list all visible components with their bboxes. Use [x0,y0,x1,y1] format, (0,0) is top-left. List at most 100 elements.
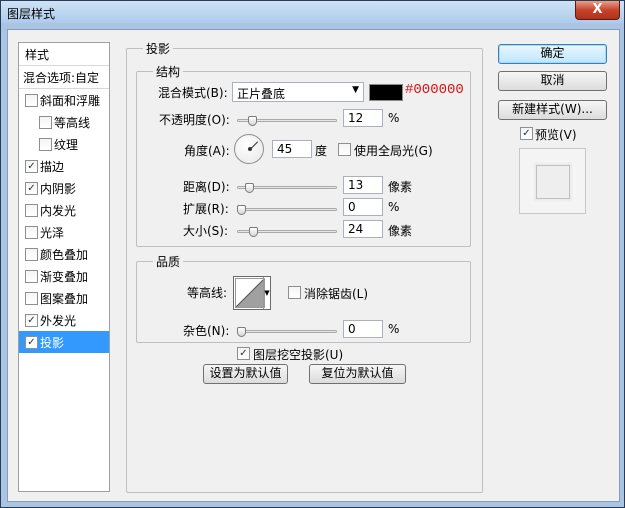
style-preview [519,148,586,214]
opacity-slider[interactable] [237,114,337,128]
style-item-checkbox[interactable] [25,248,38,261]
chevron-down-icon: ▼ [352,85,359,95]
dialog-body: 样式 混合选项:自定 斜面和浮雕等高线纹理描边内阴影内发光光泽颜色叠加渐变叠加图… [7,29,620,502]
global-light-checkbox[interactable] [338,143,351,156]
opacity-unit: % [388,111,400,125]
quality-title: 品质 [153,253,184,270]
ok-button[interactable]: 确定 [498,44,607,64]
spread-slider[interactable] [237,203,337,217]
contour-dropdown-icon[interactable]: ▼ [263,277,270,309]
cancel-button[interactable]: 取消 [498,71,607,91]
style-item[interactable]: 等高线 [19,111,109,133]
style-item-label: 等高线 [54,116,91,130]
style-item-checkbox[interactable] [25,336,38,349]
blend-options-item[interactable]: 混合选项:自定 [19,66,109,89]
style-item-label: 纹理 [54,138,79,152]
blend-mode-label: 混合模式(B): [158,86,228,100]
style-item-checkbox[interactable] [25,182,38,195]
opacity-slider-thumb[interactable] [247,116,257,126]
size-input[interactable]: 24 [343,220,383,238]
blend-options-label: 混合选项:自定 [23,71,100,85]
contour-label: 等高线: [187,286,228,300]
quality-group: 品质 等高线: ▼ 消除锯齿(L) 杂色(N): 0 % [136,253,471,343]
styles-header-label: 样式 [25,48,50,62]
style-item[interactable]: 内发光 [19,199,109,221]
style-item[interactable]: 外发光 [19,309,109,331]
close-button[interactable]: X [575,1,620,20]
spread-input[interactable]: 0 [343,198,383,216]
structure-title: 结构 [153,63,184,80]
contour-graph-icon [235,278,265,308]
shadow-color-swatch[interactable] [369,84,403,101]
new-style-button[interactable]: 新建样式(W)... [498,100,607,120]
opacity-input[interactable]: 12 [343,109,383,127]
blend-mode-select[interactable]: 正片叠底 ▼ [232,82,364,102]
angle-dial[interactable] [234,134,264,164]
style-item[interactable]: 纹理 [19,133,109,155]
anti-alias-label[interactable]: 消除锯齿(L) [304,285,368,302]
style-item-checkbox[interactable] [25,160,38,173]
layer-style-dialog: 图层样式 X 样式 混合选项:自定 斜面和浮雕等高线纹理描边内阴影内发光光泽颜色… [0,0,625,508]
global-light-label[interactable]: 使用全局光(G) [354,142,433,159]
size-unit: 像素 [388,224,413,238]
style-item[interactable]: 渐变叠加 [19,265,109,287]
shadow-color-hex: #000000 [405,82,464,98]
spread-slider-track [237,208,337,211]
style-item-label: 光泽 [40,226,65,240]
style-item-label: 外发光 [40,314,77,328]
styles-header[interactable]: 样式 [19,43,109,66]
contour-picker[interactable]: ▼ [233,276,271,310]
distance-unit: 像素 [388,180,413,194]
style-item[interactable]: 内阴影 [19,177,109,199]
style-item-checkbox[interactable] [25,270,38,283]
style-item-checkbox[interactable] [39,138,52,151]
noise-label: 杂色(N): [183,324,230,338]
style-item[interactable]: 光泽 [19,221,109,243]
knockout-label[interactable]: 图层挖空投影(U) [253,346,343,363]
style-item[interactable]: 颜色叠加 [19,243,109,265]
style-item-label: 渐变叠加 [40,270,89,284]
style-item[interactable]: 图案叠加 [19,287,109,309]
opacity-label: 不透明度(O): [159,113,230,127]
angle-unit: 度 [315,144,328,158]
size-slider[interactable] [237,225,337,239]
preview-label[interactable]: 预览(V) [535,126,577,143]
anti-alias-checkbox[interactable] [288,286,301,299]
window-title: 图层样式 [7,7,56,21]
distance-slider[interactable] [237,181,337,195]
spread-slider-thumb[interactable] [237,205,246,215]
style-item[interactable]: 描边 [19,155,109,177]
style-item[interactable]: 投影 [19,331,109,353]
style-item-label: 投影 [40,336,65,350]
angle-label: 角度(A): [184,144,230,158]
style-item-label: 图案叠加 [40,292,89,306]
style-preview-swatch [536,165,570,199]
angle-input[interactable]: 45 [272,140,312,158]
noise-input[interactable]: 0 [343,320,383,338]
style-item-checkbox[interactable] [25,314,38,327]
styles-list: 样式 混合选项:自定 斜面和浮雕等高线纹理描边内阴影内发光光泽颜色叠加渐变叠加图… [18,42,110,492]
structure-group: 结构 混合模式(B): 正片叠底 ▼ #000000 不透明度(O): 12 %… [136,63,471,247]
distance-slider-thumb[interactable] [245,183,254,193]
angle-dial-center [248,147,252,151]
style-item-checkbox[interactable] [25,292,38,305]
make-default-button[interactable]: 设置为默认值 [203,364,288,384]
style-item-label: 颜色叠加 [40,248,89,262]
distance-label: 距离(D): [183,180,230,194]
style-item[interactable]: 斜面和浮雕 [19,89,109,111]
style-item-label: 内发光 [40,204,77,218]
size-slider-thumb[interactable] [249,227,258,237]
title-bar[interactable]: 图层样式 X [1,1,624,23]
style-item-checkbox[interactable] [25,226,38,239]
drop-shadow-title: 投影 [143,40,174,57]
noise-slider-thumb[interactable] [237,327,246,337]
distance-input[interactable]: 13 [343,176,383,194]
reset-default-button[interactable]: 复位为默认值 [309,364,406,384]
knockout-checkbox[interactable] [237,347,250,360]
size-label: 大小(S): [183,224,229,238]
noise-slider[interactable] [237,325,337,339]
style-item-checkbox[interactable] [39,116,52,129]
preview-checkbox[interactable] [520,127,533,140]
style-item-checkbox[interactable] [25,94,38,107]
style-item-checkbox[interactable] [25,204,38,217]
